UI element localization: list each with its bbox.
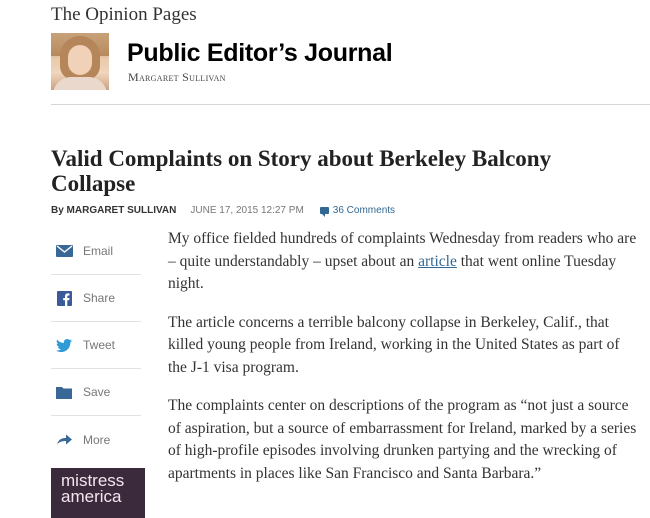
share-email-label: Email <box>83 244 114 258</box>
comment-bubble-icon <box>319 207 329 217</box>
article-link[interactable]: article <box>418 253 457 270</box>
twitter-bird-icon <box>55 337 73 353</box>
share-twitter-label: Tweet <box>83 338 116 352</box>
section-label[interactable]: The Opinion Pages <box>51 4 197 26</box>
share-email-button[interactable]: Email <box>51 228 141 275</box>
ad-line-2: america <box>61 487 122 506</box>
share-twitter-button[interactable]: Tweet <box>51 322 141 369</box>
blog-header: Public Editor’s Journal Margaret Sulliva… <box>51 33 611 93</box>
story-paragraph-3: The complaints center on descriptions of… <box>168 397 637 482</box>
byline-author[interactable]: By MARGARET SULLIVAN <box>51 205 176 216</box>
share-facebook-label: Share <box>83 291 116 305</box>
comments-link[interactable]: 36 Comments <box>319 205 396 217</box>
article-headline: Valid Complaints on Story about Berkeley… <box>51 146 552 196</box>
save-label: Save <box>83 385 111 399</box>
envelope-icon <box>55 243 73 259</box>
blog-title[interactable]: Public Editor’s Journal <box>127 39 393 68</box>
save-button[interactable]: Save <box>51 369 141 416</box>
blog-author[interactable]: Margaret Sullivan <box>128 70 226 85</box>
header-divider <box>51 104 650 105</box>
story-paragraph-1: My office fielded hundreds of complaints… <box>168 230 637 292</box>
share-tools: Email Share Tweet Save More <box>51 228 141 463</box>
facebook-icon <box>55 290 73 306</box>
share-facebook-button[interactable]: Share <box>51 275 141 322</box>
story-body: My office fielded hundreds of complaints… <box>168 228 638 501</box>
more-share-button[interactable]: More <box>51 416 141 463</box>
author-avatar <box>51 33 109 90</box>
advertisement[interactable]: mistress america <box>51 468 145 518</box>
article-byline: By MARGARET SULLIVAN JUNE 17, 2015 12:27… <box>51 205 551 217</box>
comments-count: 36 Comments <box>332 205 396 216</box>
story-paragraph-2: The article concerns a terrible balcony … <box>168 313 620 376</box>
arrow-icon <box>55 432 73 448</box>
byline-date: JUNE 17, 2015 12:27 PM <box>190 205 304 216</box>
more-label: More <box>83 432 111 447</box>
folder-icon <box>55 384 73 400</box>
